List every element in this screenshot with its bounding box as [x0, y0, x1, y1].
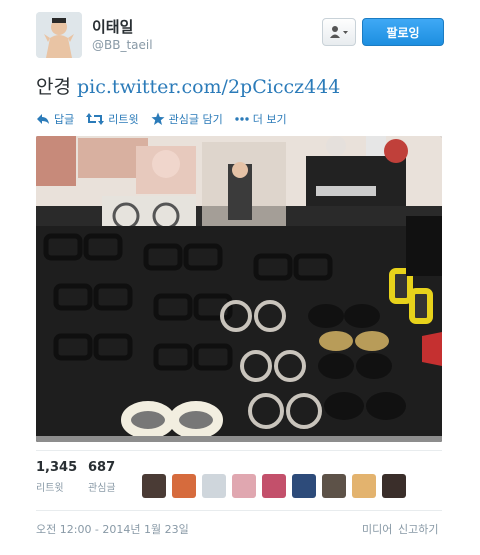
tweet-actions: 답글 리트윗 관심글 담기 더 보기 — [36, 110, 287, 128]
retweet-count[interactable]: 1,345 리트윗 — [36, 460, 88, 494]
favoriter-avatar[interactable] — [292, 474, 316, 498]
favorite-button[interactable]: 관심글 담기 — [151, 110, 223, 128]
reply-button[interactable]: 답글 — [36, 110, 74, 128]
more-button[interactable]: 더 보기 — [235, 110, 287, 128]
favorite-count[interactable]: 687 관심글 — [88, 460, 140, 494]
screen-name[interactable]: @BB_taeil — [92, 38, 153, 52]
display-name[interactable]: 이태일 — [92, 16, 133, 37]
tweet-timestamp[interactable]: 오전 12:00 - 2014년 1월 23일 — [36, 521, 189, 537]
favoriter-avatar[interactable] — [352, 474, 376, 498]
following-button[interactable]: 팔로잉 — [362, 18, 444, 46]
report-link[interactable]: 신고하기 — [398, 521, 438, 537]
retweet-count-value: 1,345 — [36, 460, 78, 475]
reply-icon — [37, 114, 49, 124]
retweet-count-label: 리트윗 — [36, 483, 64, 494]
favoriter-avatar[interactable] — [172, 474, 196, 498]
favoriter-avatar[interactable] — [202, 474, 226, 498]
tweet-header: 이태일 @BB_taeil 팔로잉 — [36, 12, 446, 62]
retweet-icon — [86, 113, 105, 125]
favoriter-avatar[interactable] — [232, 474, 256, 498]
tweet-text: 안경 pic.twitter.com/2pCiccz444 — [36, 72, 340, 99]
more-dots-icon — [235, 117, 249, 121]
tweet-body: 안경 — [36, 76, 71, 98]
tweet-photo[interactable] — [36, 136, 442, 442]
retweet-button[interactable]: 리트윗 — [86, 110, 139, 128]
favoriter-avatar[interactable] — [382, 474, 406, 498]
favoriter-avatar[interactable] — [142, 474, 166, 498]
user-dropdown-icon — [330, 26, 348, 38]
favoriter-avatar[interactable] — [322, 474, 346, 498]
stats-divider-top — [36, 450, 442, 451]
reply-label: 답글 — [54, 113, 75, 126]
favorite-count-value: 687 — [88, 460, 116, 475]
favoriter-avatar[interactable] — [262, 474, 286, 498]
user-actions-dropdown[interactable] — [322, 18, 356, 46]
more-label: 더 보기 — [252, 113, 287, 126]
favoriter-avatars — [142, 474, 406, 498]
tweet-stats: 1,345 리트윗 687 관심글 — [36, 460, 140, 508]
favorite-count-label: 관심글 — [88, 483, 116, 494]
media-link[interactable]: 미디어 — [362, 521, 392, 537]
tweet-photo-link[interactable]: pic.twitter.com/2pCiccz444 — [77, 76, 340, 98]
avatar[interactable] — [36, 12, 82, 58]
star-icon — [151, 112, 165, 125]
footer-divider — [36, 510, 442, 511]
favorite-label: 관심글 담기 — [168, 113, 223, 126]
retweet-label: 리트윗 — [108, 113, 139, 126]
